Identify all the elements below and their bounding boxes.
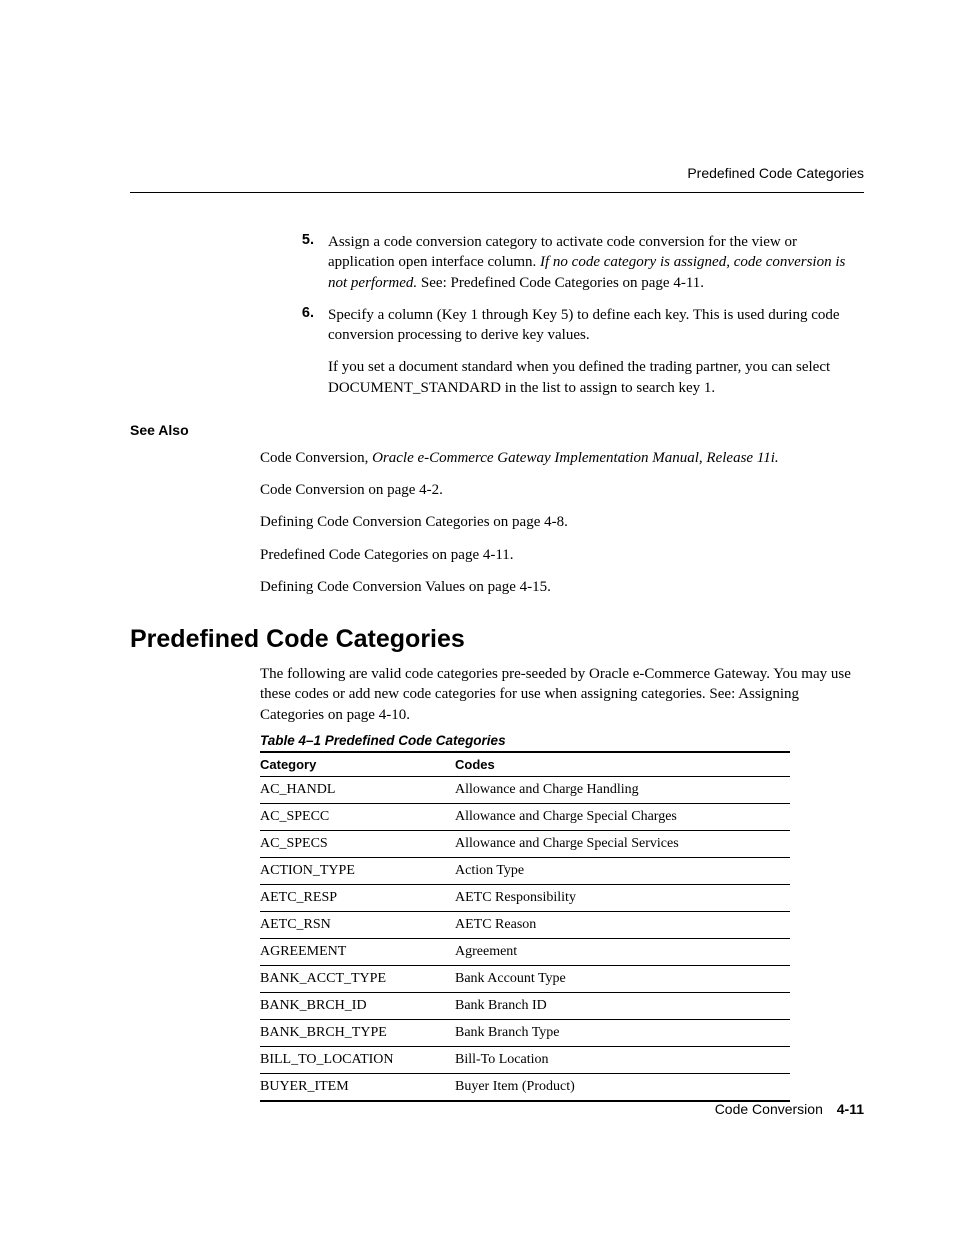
running-header: Predefined Code Categories xyxy=(687,165,864,181)
cell-codes: Allowance and Charge Special Services xyxy=(455,830,790,857)
see-also-text: Defining Code Conversion Values on page … xyxy=(260,579,551,595)
cell-category: ACTION_TYPE xyxy=(260,857,455,884)
step-body: Specify a column (Key 1 through Key 5) t… xyxy=(314,305,864,346)
cell-category: AC_HANDL xyxy=(260,776,455,803)
cell-codes: Bill-To Location xyxy=(455,1046,790,1073)
cell-codes: Agreement xyxy=(455,938,790,965)
table-row: AGREEMENTAgreement xyxy=(260,938,790,965)
see-also-text: Code Conversion on page 4-2. xyxy=(260,482,443,498)
step-6: 6. Specify a column (Key 1 through Key 5… xyxy=(130,305,864,346)
footer-page-number: 4-11 xyxy=(837,1101,864,1117)
table-row: AETC_RESPAETC Responsibility xyxy=(260,884,790,911)
see-also-line: Predefined Code Categories on page 4-11. xyxy=(260,545,864,565)
step-text: Specify a column (Key 1 through Key 5) t… xyxy=(328,307,840,343)
cell-category: BANK_BRCH_ID xyxy=(260,992,455,1019)
see-also-line: Code Conversion, Oracle e-Commerce Gatew… xyxy=(260,448,864,468)
cell-category: AC_SPECC xyxy=(260,803,455,830)
see-also-italic: Oracle e-Commerce Gateway Implementation… xyxy=(372,450,779,466)
col-header-category: Category xyxy=(260,752,455,777)
cell-category: AGREEMENT xyxy=(260,938,455,965)
step-text-xref: See: Predefined Code Categories on page … xyxy=(417,275,704,291)
table-row: AC_SPECSAllowance and Charge Special Ser… xyxy=(260,830,790,857)
cell-codes: Buyer Item (Product) xyxy=(455,1073,790,1101)
step-5: 5. Assign a code conversion category to … xyxy=(130,232,864,293)
codes-table: Category Codes AC_HANDLAllowance and Cha… xyxy=(260,751,790,1102)
section-intro: The following are valid code categories … xyxy=(260,664,864,725)
table-row: AETC_RSNAETC Reason xyxy=(260,911,790,938)
header-rule xyxy=(130,192,864,193)
table-caption: Table 4–1 Predefined Code Categories xyxy=(260,733,864,748)
cell-codes: AETC Responsibility xyxy=(455,884,790,911)
see-also-line: Defining Code Conversion Values on page … xyxy=(260,577,864,597)
page-content: 5. Assign a code conversion category to … xyxy=(130,232,864,1102)
cell-category: BUYER_ITEM xyxy=(260,1073,455,1101)
cell-codes: Bank Branch ID xyxy=(455,992,790,1019)
table-row: AC_HANDLAllowance and Charge Handling xyxy=(260,776,790,803)
table-row: BANK_BRCH_IDBank Branch ID xyxy=(260,992,790,1019)
cell-codes: Allowance and Charge Special Charges xyxy=(455,803,790,830)
cell-category: AETC_RSN xyxy=(260,911,455,938)
cell-category: AETC_RESP xyxy=(260,884,455,911)
page-footer: Code Conversion 4-11 xyxy=(715,1101,864,1117)
table-header-row: Category Codes xyxy=(260,752,790,777)
table-row: BILL_TO_LOCATIONBill-To Location xyxy=(260,1046,790,1073)
table-row: ACTION_TYPEAction Type xyxy=(260,857,790,884)
cell-category: BANK_BRCH_TYPE xyxy=(260,1019,455,1046)
see-also-text: Defining Code Conversion Categories on p… xyxy=(260,514,568,530)
table-row: BANK_BRCH_TYPEBank Branch Type xyxy=(260,1019,790,1046)
see-also-line: Defining Code Conversion Categories on p… xyxy=(260,512,864,532)
cell-codes: Action Type xyxy=(455,857,790,884)
cell-codes: Allowance and Charge Handling xyxy=(455,776,790,803)
cell-codes: Bank Account Type xyxy=(455,965,790,992)
see-also-heading: See Also xyxy=(130,422,864,438)
step-number: 5. xyxy=(288,232,314,293)
cell-category: BILL_TO_LOCATION xyxy=(260,1046,455,1073)
see-also-list: Code Conversion, Oracle e-Commerce Gatew… xyxy=(130,448,864,597)
cell-codes: Bank Branch Type xyxy=(455,1019,790,1046)
table-row: BANK_ACCT_TYPEBank Account Type xyxy=(260,965,790,992)
section-heading: Predefined Code Categories xyxy=(130,625,864,654)
cell-category: BANK_ACCT_TYPE xyxy=(260,965,455,992)
see-also-text: Predefined Code Categories on page 4-11. xyxy=(260,547,514,563)
cell-codes: AETC Reason xyxy=(455,911,790,938)
step-number: 6. xyxy=(288,305,314,346)
see-also-line: Code Conversion on page 4-2. xyxy=(260,480,864,500)
see-also-text: Code Conversion, xyxy=(260,450,372,466)
step-6-extra: If you set a document standard when you … xyxy=(328,357,864,398)
step-body: Assign a code conversion category to act… xyxy=(314,232,864,293)
table-row: AC_SPECCAllowance and Charge Special Cha… xyxy=(260,803,790,830)
table-row: BUYER_ITEMBuyer Item (Product) xyxy=(260,1073,790,1101)
cell-category: AC_SPECS xyxy=(260,830,455,857)
footer-chapter: Code Conversion xyxy=(715,1101,823,1117)
col-header-codes: Codes xyxy=(455,752,790,777)
